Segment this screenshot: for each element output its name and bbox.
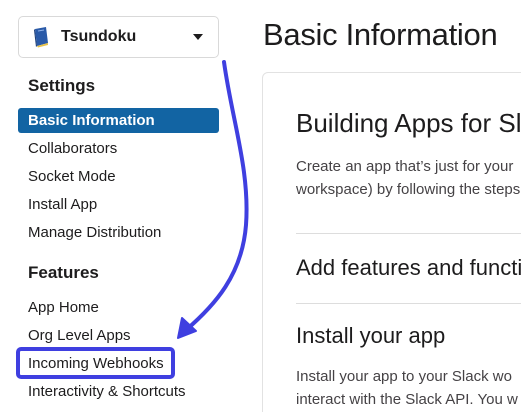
workspace-name: Tsundoku: [61, 28, 137, 45]
book-icon: [31, 26, 53, 48]
sidebar-item-org-level-apps[interactable]: Org Level Apps: [18, 323, 219, 348]
sidebar-item-socket-mode[interactable]: Socket Mode: [18, 164, 219, 189]
building-apps-text-line2: workspace) by following the steps: [296, 181, 521, 198]
building-apps-heading: Building Apps for Slack: [296, 108, 521, 138]
content-card: Building Apps for Slack Create an app th…: [262, 72, 521, 412]
add-features-heading: Add features and functionality: [296, 255, 521, 280]
install-app-text-line2: interact with the Slack API. You w: [296, 391, 518, 408]
install-app-heading: Install your app: [296, 323, 446, 348]
divider: [296, 233, 521, 234]
building-apps-text-line1: Create an app that’s just for your: [296, 158, 514, 175]
building-apps-text: Create an app that’s just for your works…: [296, 155, 520, 201]
divider: [296, 303, 521, 304]
sidebar-item-interactivity-shortcuts[interactable]: Interactivity & Shortcuts: [18, 379, 219, 404]
sidebar-item-collaborators[interactable]: Collaborators: [18, 136, 219, 161]
sidebar-item-install-app[interactable]: Install App: [18, 192, 219, 217]
features-heading: Features: [28, 263, 99, 282]
sidebar-item-app-home[interactable]: App Home: [18, 295, 219, 320]
sidebar-item-manage-distribution[interactable]: Manage Distribution: [18, 220, 219, 245]
install-app-text: Install your app to your Slack wo intera…: [296, 365, 518, 411]
sidebar-item-incoming-webhooks[interactable]: Incoming Webhooks: [18, 351, 219, 376]
settings-heading: Settings: [28, 76, 96, 95]
workspace-selector[interactable]: Tsundoku: [18, 16, 219, 58]
install-app-text-line1: Install your app to your Slack wo: [296, 368, 512, 385]
sidebar-item-basic-information[interactable]: Basic Information: [18, 108, 219, 133]
page-title: Basic Information: [263, 17, 498, 52]
caret-down-icon: [193, 34, 203, 40]
